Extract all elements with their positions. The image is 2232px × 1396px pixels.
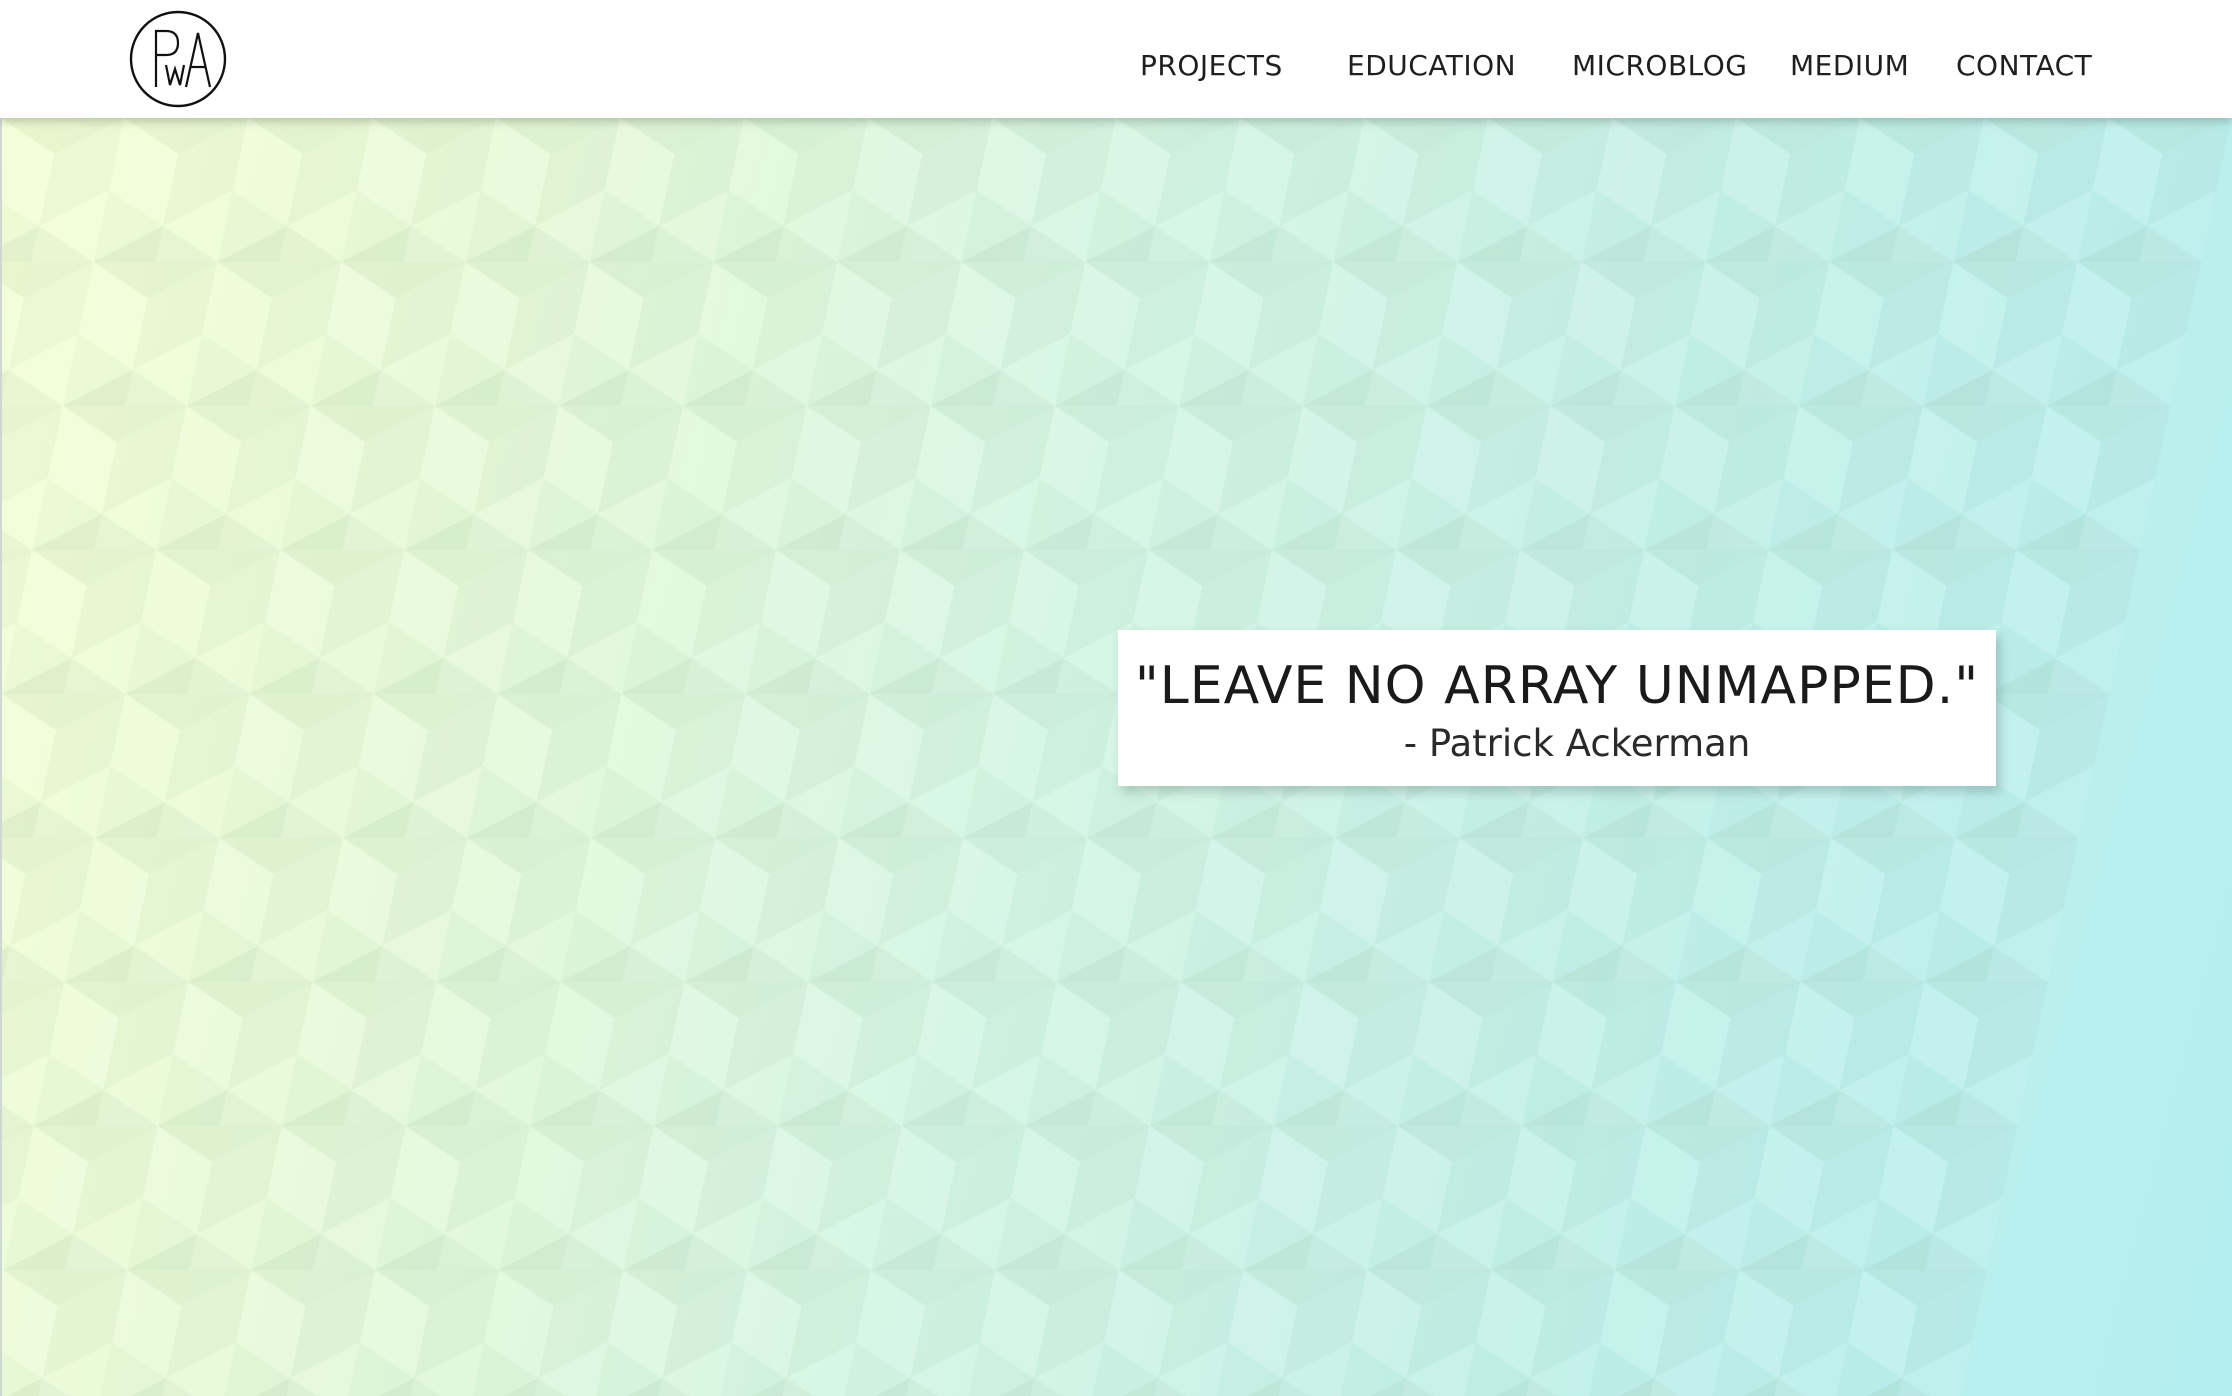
nav-link-contact[interactable]: CONTACT [1956, 48, 2092, 84]
nav-link-projects[interactable]: PROJECTS [1140, 48, 1283, 84]
pwa-logo-icon[interactable] [128, 9, 228, 109]
page: PROJECTS EDUCATION MICROBLOG MEDIUM CONT… [0, 0, 2232, 1396]
quote-author: - Patrick Ackerman [1403, 722, 1751, 765]
nav-link-microblog[interactable]: MICROBLOG [1572, 48, 1748, 84]
hero-left-border [0, 118, 2, 1396]
quote-text: "LEAVE NO ARRAY UNMAPPED." [1134, 656, 1980, 716]
site-header: PROJECTS EDUCATION MICROBLOG MEDIUM CONT… [0, 0, 2232, 118]
nav-link-education[interactable]: EDUCATION [1347, 48, 1516, 84]
quote-card: "LEAVE NO ARRAY UNMAPPED." - Patrick Ack… [1118, 630, 1996, 786]
nav-link-medium[interactable]: MEDIUM [1790, 48, 1909, 84]
